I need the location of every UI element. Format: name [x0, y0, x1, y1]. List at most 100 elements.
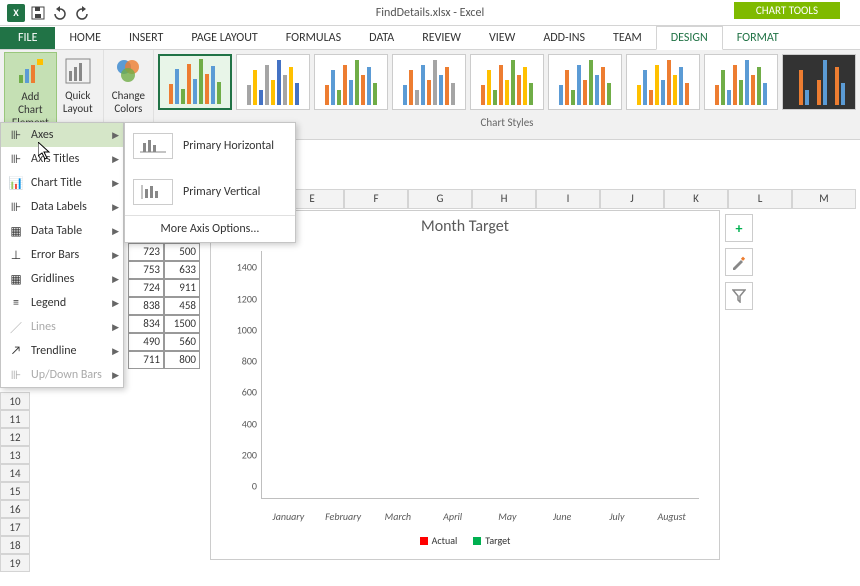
cell[interactable]: 723 [128, 243, 164, 261]
plot-area[interactable] [261, 251, 699, 499]
tab-file[interactable]: FILE [0, 27, 55, 49]
menu-axes[interactable]: ⊪Axes▶ [1, 123, 123, 147]
chevron-right-icon: ▶ [112, 274, 119, 285]
legend[interactable]: Actual Target [211, 534, 719, 547]
tab-format[interactable]: FORMAT [723, 27, 793, 49]
chevron-right-icon: ▶ [112, 178, 119, 189]
column-header[interactable]: L [728, 189, 792, 209]
chart-style-thumb[interactable] [548, 54, 622, 110]
chevron-right-icon: ▶ [112, 370, 119, 381]
cell[interactable]: 633 [164, 261, 200, 279]
primary-v-icon [133, 179, 173, 205]
row-header[interactable]: 18 [0, 536, 30, 554]
primary-h-icon [133, 133, 173, 159]
cell[interactable]: 800 [164, 351, 200, 369]
menu-error-bars[interactable]: ⊥Error Bars▶ [1, 243, 123, 267]
row-header[interactable]: 11 [0, 410, 30, 428]
row-header[interactable]: 17 [0, 518, 30, 536]
chart-style-thumb[interactable] [704, 54, 778, 110]
tab-formulas[interactable]: FORMULAS [272, 27, 355, 49]
cell[interactable]: 560 [164, 333, 200, 351]
row-header[interactable]: 10 [0, 392, 30, 410]
menu-data-labels[interactable]: ⊪Data Labels▶ [1, 195, 123, 219]
row-header[interactable]: 19 [0, 554, 30, 572]
chart-style-thumb[interactable] [314, 54, 388, 110]
column-header[interactable]: M [792, 189, 856, 209]
lines-icon: ／ [7, 319, 25, 335]
titlebar: X FindDetails.xlsx - Excel CHART TOOLS [0, 0, 860, 26]
axes-icon: ⊪ [7, 127, 25, 143]
row-header[interactable]: 16 [0, 500, 30, 518]
cell[interactable]: 1500 [164, 315, 200, 333]
y-tick: 1000 [237, 323, 257, 336]
menu-trendline[interactable]: ↗Trendline▶ [1, 339, 123, 363]
x-label: August [648, 510, 696, 523]
tab-addins[interactable]: ADD-INS [529, 27, 599, 49]
chart-style-thumb[interactable] [392, 54, 466, 110]
tab-data[interactable]: DATA [355, 27, 408, 49]
ribbon-tabs: FILE HOME INSERT PAGE LAYOUT FORMULAS DA… [0, 26, 860, 50]
chart[interactable]: Month Target 020040060080010001200140016… [210, 210, 720, 560]
menu-gridlines[interactable]: ▦Gridlines▶ [1, 267, 123, 291]
tab-team[interactable]: TEAM [599, 27, 656, 49]
row-header[interactable]: 12 [0, 428, 30, 446]
row-header[interactable]: 14 [0, 464, 30, 482]
save-icon[interactable] [28, 3, 48, 23]
tab-home[interactable]: HOME [55, 27, 115, 49]
cell[interactable]: 490 [128, 333, 164, 351]
chart-styles-button[interactable] [725, 248, 753, 276]
cell[interactable]: 500 [164, 243, 200, 261]
chart-style-thumb[interactable] [626, 54, 700, 110]
menu-legend[interactable]: ≡Legend▶ [1, 291, 123, 315]
quick-layout-icon [62, 55, 94, 87]
chevron-right-icon: ▶ [112, 154, 119, 165]
axes-submenu: Primary Horizontal Primary Vertical More… [124, 122, 296, 243]
redo-icon[interactable] [72, 3, 92, 23]
tab-review[interactable]: REVIEW [408, 27, 475, 49]
submenu-primary-horizontal[interactable]: Primary Horizontal [125, 123, 295, 169]
excel-logo-icon[interactable]: X [6, 3, 26, 23]
cell[interactable]: 711 [128, 351, 164, 369]
chart-style-thumb[interactable] [470, 54, 544, 110]
column-header[interactable]: J [600, 189, 664, 209]
menu-chart-title[interactable]: 📊Chart Title▶ [1, 171, 123, 195]
menu-data-table[interactable]: ▦Data Table▶ [1, 219, 123, 243]
legend-item[interactable]: Target [473, 534, 510, 547]
chart-style-thumb[interactable] [158, 54, 232, 110]
error-bars-icon: ⊥ [7, 247, 25, 263]
cell[interactable]: 838 [128, 297, 164, 315]
row-header[interactable]: 15 [0, 482, 30, 500]
chart-style-thumb[interactable] [236, 54, 310, 110]
data-labels-icon: ⊪ [7, 199, 25, 215]
add-chart-element-menu: ⊪Axes▶ ⊪Axis Titles▶ 📊Chart Title▶ ⊪Data… [0, 122, 124, 388]
y-tick: 0 [252, 480, 257, 493]
chart-style-thumb[interactable] [782, 54, 856, 110]
undo-icon[interactable] [50, 3, 70, 23]
legend-item[interactable]: Actual [420, 534, 458, 547]
cell[interactable]: 753 [128, 261, 164, 279]
tab-view[interactable]: VIEW [475, 27, 529, 49]
column-header[interactable]: F [344, 189, 408, 209]
axis-titles-icon: ⊪ [7, 151, 25, 167]
row-header[interactable]: 13 [0, 446, 30, 464]
column-header[interactable]: I [536, 189, 600, 209]
legend-swatch [473, 537, 481, 545]
tab-page-layout[interactable]: PAGE LAYOUT [177, 27, 271, 49]
chart-element-icon [14, 56, 46, 88]
column-header[interactable]: G [408, 189, 472, 209]
chevron-right-icon: ▶ [112, 250, 119, 261]
column-header[interactable]: K [664, 189, 728, 209]
chart-filters-button[interactable] [725, 282, 753, 310]
x-label: July [593, 510, 641, 523]
menu-axis-titles[interactable]: ⊪Axis Titles▶ [1, 147, 123, 171]
cell[interactable]: 458 [164, 297, 200, 315]
chart-elements-button[interactable]: + [725, 214, 753, 242]
column-header[interactable]: H [472, 189, 536, 209]
cell[interactable]: 834 [128, 315, 164, 333]
cell[interactable]: 724 [128, 279, 164, 297]
tab-design[interactable]: DESIGN [656, 26, 723, 50]
submenu-more-axis-options[interactable]: More Axis Options... [125, 215, 295, 242]
cell[interactable]: 911 [164, 279, 200, 297]
tab-insert[interactable]: INSERT [115, 27, 177, 49]
submenu-primary-vertical[interactable]: Primary Vertical [125, 169, 295, 215]
